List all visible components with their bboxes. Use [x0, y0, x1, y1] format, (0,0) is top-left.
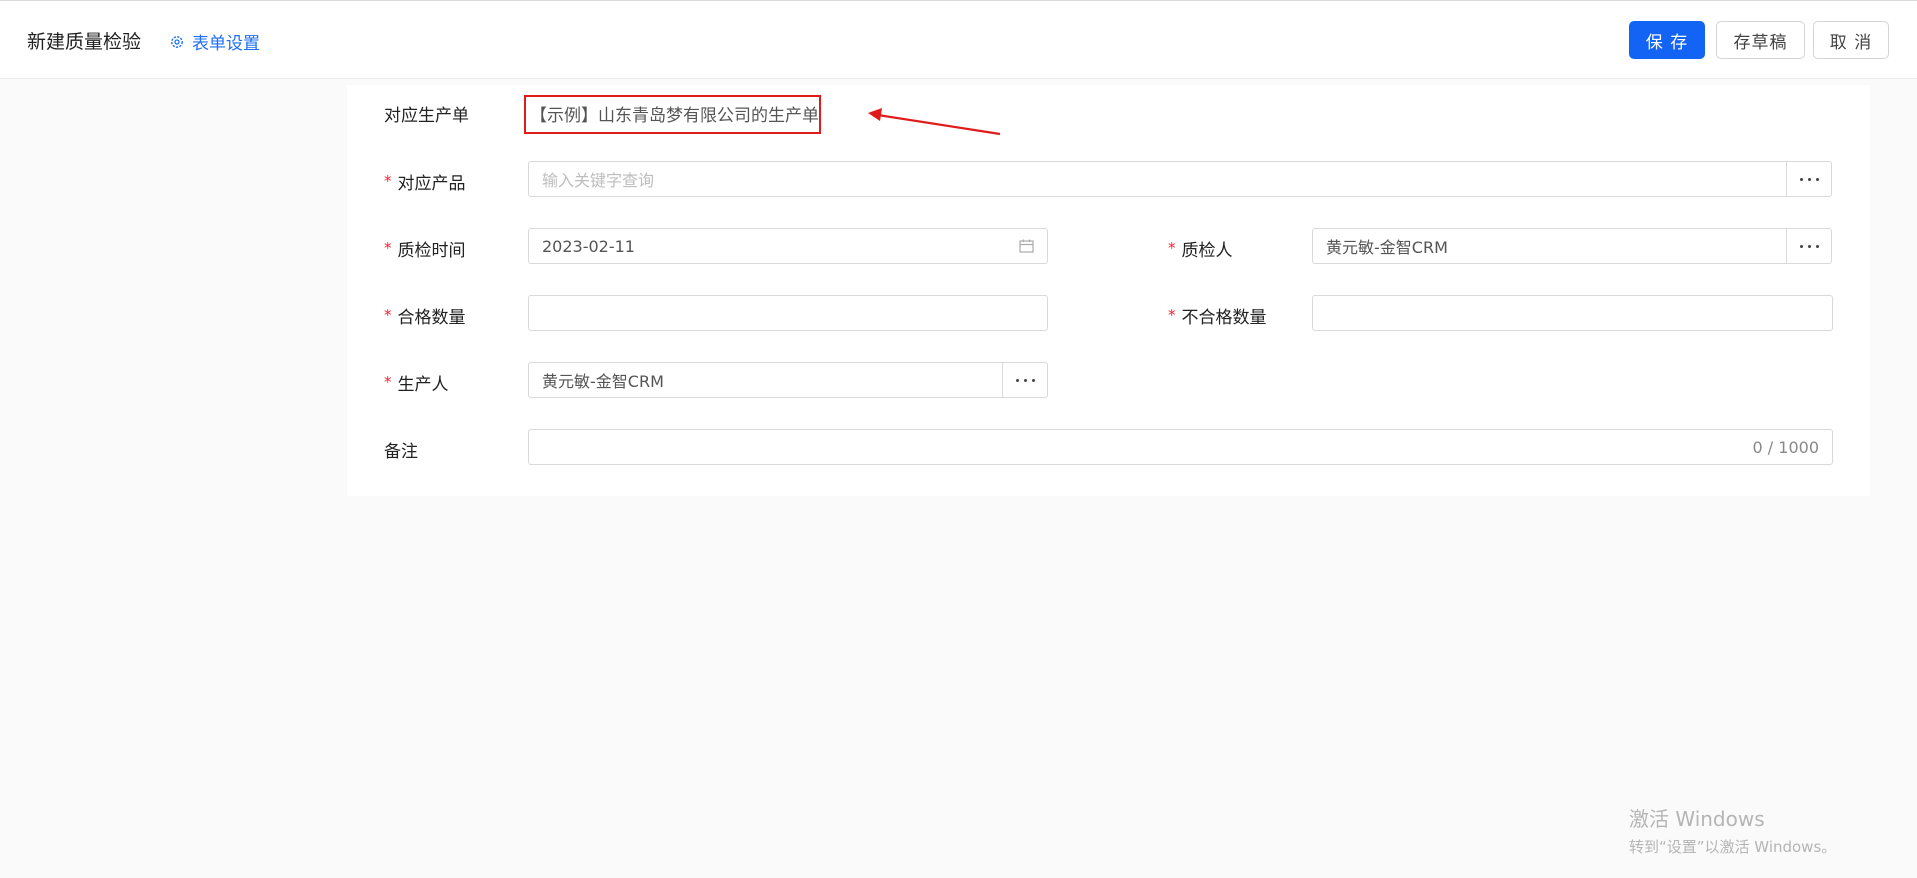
- inspection-time-label: * 质检时间: [384, 230, 466, 266]
- product-label-text: 对应产品: [397, 173, 466, 194]
- required-mark: *: [1168, 306, 1176, 324]
- watermark-subtitle: 转到“设置”以激活 Windows。: [1629, 838, 1837, 856]
- unqualified-qty-label-text: 不合格数量: [1181, 307, 1267, 328]
- qualified-qty-input[interactable]: [528, 295, 1048, 331]
- required-mark: *: [384, 239, 392, 257]
- calendar-icon: [1019, 239, 1034, 253]
- inspector-value: 黄元敏-金智CRM: [1326, 238, 1448, 257]
- product-label: * 对应产品: [384, 163, 466, 199]
- gear-icon: [171, 35, 183, 48]
- watermark-title: 激活 Windows: [1629, 807, 1765, 831]
- product-input[interactable]: 输入关键字查询: [528, 161, 1787, 197]
- more-dots-icon: [1799, 244, 1803, 248]
- unqualified-qty-label: * 不合格数量: [1168, 297, 1267, 333]
- required-mark: *: [384, 172, 392, 190]
- save-draft-button[interactable]: 存草稿: [1716, 21, 1805, 59]
- inspector-select-button[interactable]: [1786, 228, 1832, 264]
- form-settings-label: 表单设置: [192, 34, 260, 54]
- inspector-label: * 质检人: [1168, 230, 1233, 266]
- more-dots-icon: [1023, 378, 1027, 382]
- windows-activation-watermark: 激活 Windows 转到“设置”以激活 Windows。: [1629, 803, 1836, 857]
- production-order-label-text: 对应生产单: [384, 105, 469, 126]
- product-input-placeholder: 输入关键字查询: [542, 171, 655, 190]
- qualified-qty-label: * 合格数量: [384, 297, 466, 333]
- remarks-char-counter: 0 / 1000: [1752, 437, 1819, 457]
- required-mark: *: [1168, 239, 1176, 257]
- inspection-time-label-text: 质检时间: [397, 240, 466, 261]
- producer-label: * 生产人: [384, 364, 449, 400]
- producer-value: 黄元敏-金智CRM: [542, 372, 664, 391]
- producer-label-text: 生产人: [397, 374, 449, 395]
- required-mark: *: [384, 306, 392, 324]
- remarks-label-text: 备注: [384, 441, 418, 462]
- product-select-button[interactable]: [1786, 161, 1832, 197]
- save-button[interactable]: 保 存: [1629, 21, 1705, 59]
- more-dots-icon: [1807, 177, 1811, 181]
- page-title: 新建质量检验: [27, 31, 142, 53]
- annotation-arrow-icon: [868, 108, 1001, 136]
- qualified-qty-label-text: 合格数量: [397, 307, 466, 328]
- more-dots-icon: [1807, 244, 1811, 248]
- inspector-input[interactable]: 黄元敏-金智CRM: [1312, 228, 1787, 264]
- remarks-textarea[interactable]: 0 / 1000: [528, 429, 1833, 465]
- producer-select-button[interactable]: [1002, 362, 1048, 398]
- more-dots-icon: [1815, 244, 1819, 248]
- remarks-label: 备注: [384, 431, 418, 467]
- required-mark: *: [384, 373, 392, 391]
- inspection-date-picker[interactable]: 2023-02-11: [528, 228, 1048, 264]
- more-dots-icon: [1799, 177, 1803, 181]
- annotation-highlight-box: [524, 95, 821, 134]
- more-dots-icon: [1031, 378, 1035, 382]
- producer-input[interactable]: 黄元敏-金智CRM: [528, 362, 1003, 398]
- more-dots-icon: [1815, 177, 1819, 181]
- cancel-button[interactable]: 取 消: [1813, 21, 1889, 59]
- unqualified-qty-input[interactable]: [1312, 295, 1833, 331]
- more-dots-icon: [1015, 378, 1019, 382]
- inspection-date-value: 2023-02-11: [542, 236, 635, 256]
- inspector-label-text: 质检人: [1181, 240, 1233, 261]
- form-settings-link[interactable]: 表单设置: [170, 29, 260, 54]
- production-order-label: 对应生产单: [384, 95, 469, 131]
- page-header: 新建质量检验 表单设置 保 存 存草稿 取 消: [0, 1, 1917, 79]
